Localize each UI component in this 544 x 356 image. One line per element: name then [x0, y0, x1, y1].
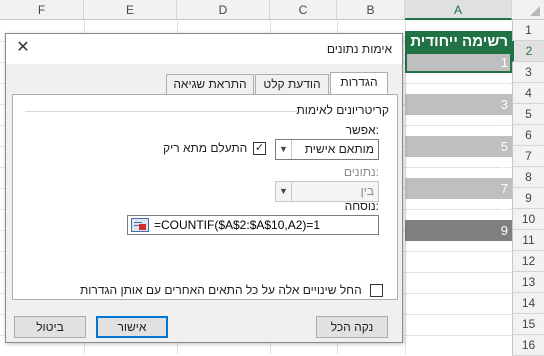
row-header-2[interactable]: 2: [512, 41, 544, 62]
column-header-e[interactable]: E: [84, 0, 177, 20]
tab-input-message[interactable]: הודעת קלט: [255, 74, 329, 94]
apply-all-label: החל שינויים אלה על כל התאים האחרים עם או…: [80, 283, 362, 297]
formula-label: נוסחה:: [344, 199, 379, 213]
allow-combo[interactable]: ▼ מותאם אישית: [275, 139, 379, 160]
row-header-16[interactable]: 16: [512, 335, 544, 356]
chevron-down-icon: ▼: [276, 182, 292, 201]
column-header-a[interactable]: A: [405, 0, 512, 20]
cell-a2[interactable]: 1: [405, 52, 512, 73]
formula-input[interactable]: =COUNTIF($A$2:$A$10,A2)=1: [127, 215, 379, 235]
cell-a3[interactable]: 2: [405, 73, 512, 94]
column-header-d[interactable]: D: [177, 0, 270, 20]
criteria-title: קריטריונים לאימות: [296, 103, 389, 117]
row-header-3[interactable]: 3: [512, 62, 544, 83]
allow-value: מותאם אישית: [304, 142, 374, 156]
cell-a8[interactable]: 7: [405, 178, 512, 199]
criteria-divider: [25, 111, 297, 112]
row-header-7[interactable]: 7: [512, 146, 544, 167]
row-header-12[interactable]: 12: [512, 251, 544, 272]
range-select-icon[interactable]: [131, 218, 149, 232]
allow-label: אפשר:: [345, 123, 379, 137]
tab-settings[interactable]: הגדרות: [330, 72, 388, 95]
dialog-title: אימות נתונים: [326, 42, 392, 56]
select-all-icon: [530, 6, 540, 16]
dialog-titlebar[interactable]: אימות נתונים ✕: [6, 34, 402, 64]
column-header-c[interactable]: C: [270, 0, 337, 20]
column-header-b[interactable]: B: [337, 0, 405, 20]
cell-a4[interactable]: 3: [405, 94, 512, 115]
data-value: בין: [360, 184, 374, 198]
row-header-1[interactable]: 1: [512, 20, 544, 41]
tab-error-alert[interactable]: התראת שגיאה: [166, 74, 254, 94]
row-header-6[interactable]: 6: [512, 125, 544, 146]
cell-a5[interactable]: 4: [405, 115, 512, 136]
cell-a9[interactable]: 8: [405, 199, 512, 220]
chevron-down-icon: ▼: [276, 140, 292, 159]
row-header-5[interactable]: 5: [512, 104, 544, 125]
row-header-8[interactable]: 8: [512, 167, 544, 188]
ignore-blank-label: התעלם מתא ריק: [163, 141, 248, 155]
row-header-14[interactable]: 14: [512, 293, 544, 314]
row-header-4[interactable]: 4: [512, 83, 544, 104]
formula-value: =COUNTIF($A$2:$A$10,A2)=1: [154, 218, 321, 232]
close-icon[interactable]: ✕: [14, 39, 32, 57]
ok-button[interactable]: אישור: [96, 316, 168, 338]
cell-a10[interactable]: 9: [405, 220, 512, 241]
select-all-corner[interactable]: [512, 0, 544, 20]
row-header-15[interactable]: 15: [512, 314, 544, 335]
row-header-9[interactable]: 9: [512, 188, 544, 209]
row-header-13[interactable]: 13: [512, 272, 544, 293]
data-label: נתונים:: [343, 165, 379, 179]
cell-a1-header[interactable]: רשימה ייחודית: [405, 31, 512, 52]
ignore-blank-checkbox[interactable]: ✓: [253, 142, 266, 155]
row-header-10[interactable]: 10: [512, 209, 544, 230]
column-header-f[interactable]: F: [0, 0, 84, 20]
cell-a6[interactable]: 5: [405, 136, 512, 157]
apply-all-checkbox[interactable]: [370, 284, 383, 297]
row-header-11[interactable]: 11: [512, 230, 544, 251]
data-validation-dialog: אימות נתונים ✕ התראת שגיאה הודעת קלט הגד…: [5, 33, 403, 343]
clear-all-button[interactable]: נקה הכל: [316, 316, 388, 338]
settings-panel: קריטריונים לאימות אפשר: ▼ מותאם אישית ✓ …: [12, 94, 398, 300]
cancel-button[interactable]: ביטול: [14, 316, 86, 338]
cell-a7[interactable]: 6: [405, 157, 512, 178]
